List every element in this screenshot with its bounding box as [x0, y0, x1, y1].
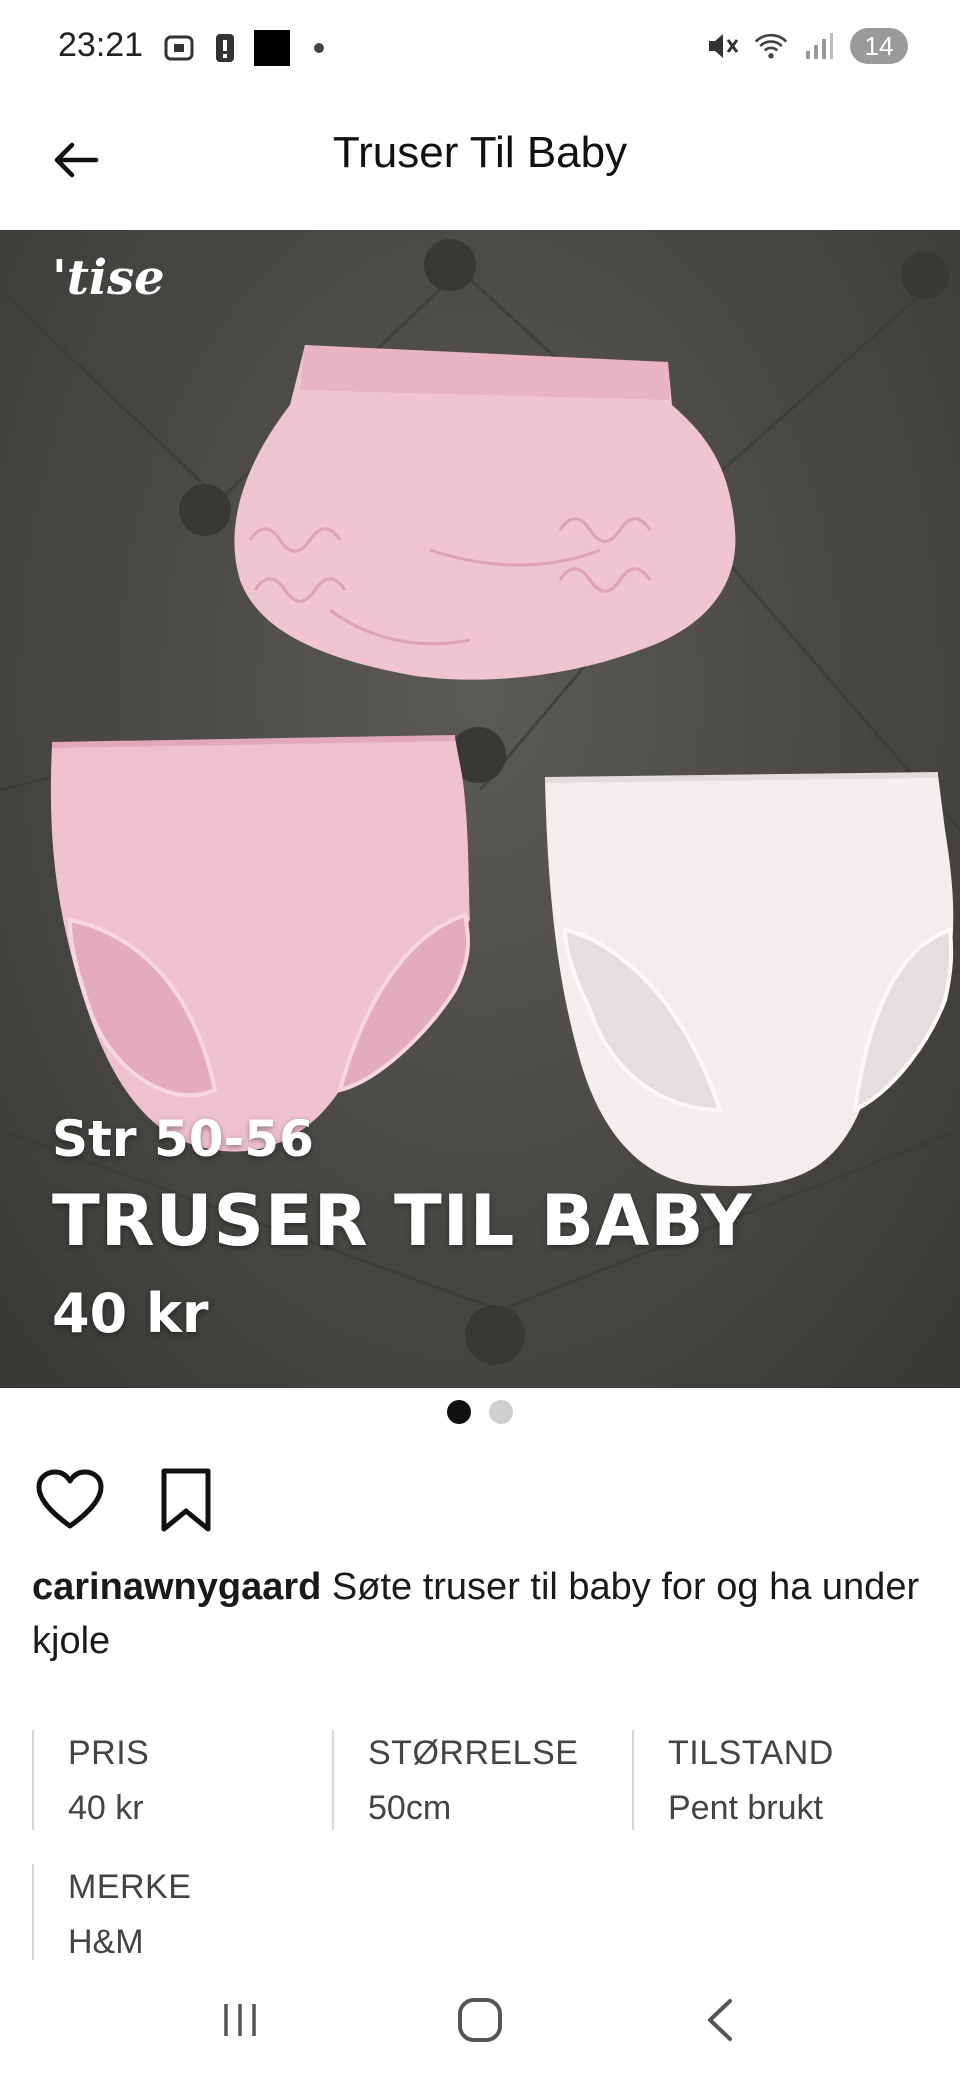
overlay-size: Str 50-56 — [52, 1110, 314, 1168]
page-title: Truser Til Baby — [332, 128, 628, 177]
tise-watermark: 'tise — [52, 250, 165, 306]
save-button[interactable] — [148, 1462, 224, 1538]
status-time: 23:21 — [58, 26, 144, 64]
battery-badge: 14 — [850, 28, 908, 64]
attribute-label: TILSTAND — [668, 1734, 834, 1772]
home-icon — [458, 1998, 502, 2042]
product-photo[interactable]: 'tise Str 50-56 TRUSER TIL BABY 40 kr — [0, 230, 960, 1388]
nav-back-button[interactable] — [680, 1980, 760, 2060]
seller-username[interactable]: carinawnygaard — [32, 1566, 321, 1608]
attribute-value: 40 kr — [68, 1789, 144, 1827]
bookmark-icon — [161, 1468, 211, 1532]
attribute-label: STØRRELSE — [368, 1734, 579, 1772]
mute-icon — [706, 29, 740, 63]
attribute-size: STØRRELSE 50cm — [332, 1730, 632, 1830]
attribute-brand: MERKE H&M — [32, 1864, 352, 1964]
signal-icon — [802, 29, 836, 63]
attribute-value: Pent brukt — [668, 1789, 823, 1827]
attribute-label: MERKE — [68, 1868, 192, 1906]
attribute-value[interactable]: H&M — [68, 1923, 352, 1962]
alert-icon — [208, 31, 242, 65]
image-pager — [0, 1400, 960, 1424]
status-notification-icons — [162, 30, 324, 66]
heart-icon — [36, 1469, 104, 1529]
pager-dot-2[interactable] — [489, 1400, 513, 1424]
like-button[interactable] — [32, 1462, 108, 1538]
attributes-row: PRIS 40 kr STØRRELSE 50cm TILSTAND Pent … — [32, 1730, 932, 1830]
back-chevron-icon — [708, 1999, 732, 2041]
app-notification-icon — [254, 30, 290, 66]
attributes-row: MERKE H&M — [32, 1864, 932, 1964]
recents-button[interactable] — [200, 1980, 280, 2060]
attribute-value: 50cm — [368, 1789, 452, 1827]
action-bar — [32, 1462, 224, 1538]
attribute-condition: TILSTAND Pent brukt — [632, 1730, 932, 1830]
item-description: carinawnygaard Søte truser til baby for … — [32, 1560, 922, 1668]
screenshot-icon — [162, 31, 196, 65]
attribute-label: PRIS — [68, 1734, 150, 1772]
wifi-icon — [754, 29, 788, 63]
item-attributes: PRIS 40 kr STØRRELSE 50cm TILSTAND Pent … — [32, 1730, 932, 1998]
home-button[interactable] — [440, 1980, 520, 2060]
system-nav-bar — [0, 1960, 960, 2080]
pager-dot-1[interactable] — [447, 1400, 471, 1424]
status-bar: 23:21 14 — [0, 0, 960, 100]
recents-icon — [224, 2004, 256, 2036]
attribute-price: PRIS 40 kr — [32, 1730, 332, 1830]
status-system-icons: 14 — [706, 28, 908, 64]
app-header: Truser Til Baby — [0, 100, 960, 230]
more-notifications-dot — [314, 43, 324, 53]
overlay-title: TRUSER TIL BABY — [52, 1180, 753, 1262]
overlay-price: 40 kr — [52, 1282, 209, 1345]
